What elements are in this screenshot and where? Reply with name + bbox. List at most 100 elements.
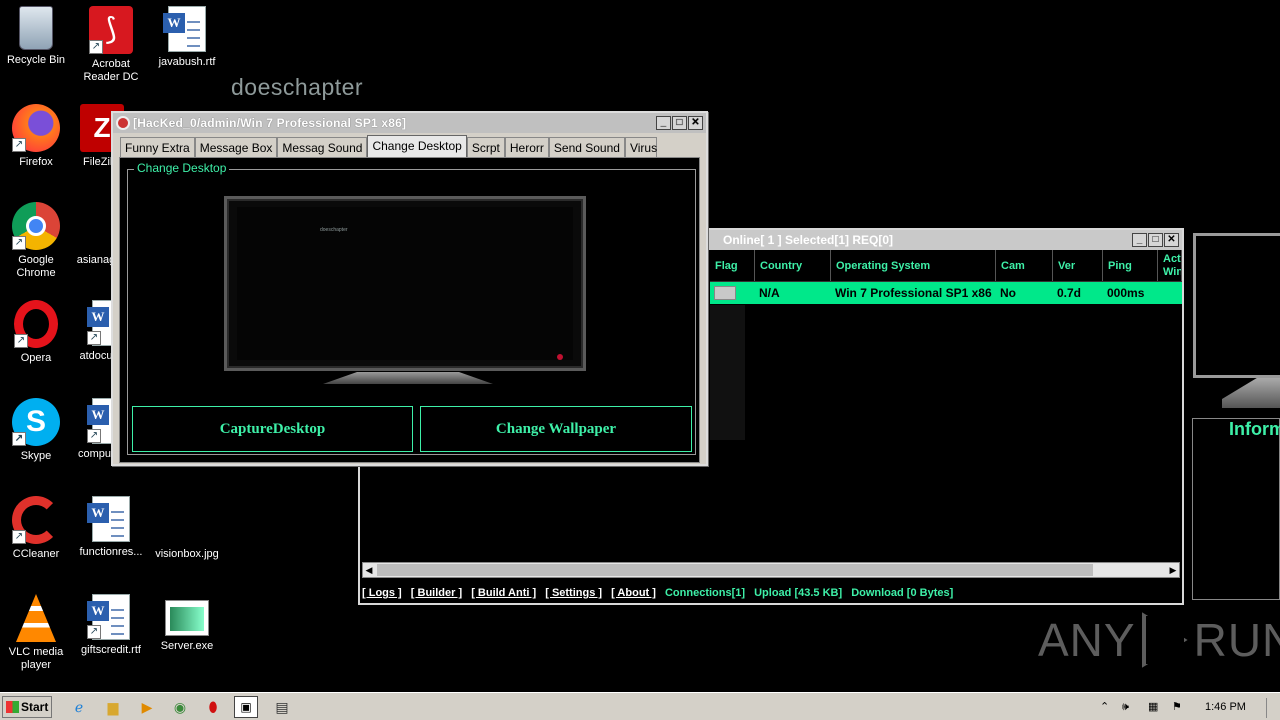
tab-message-box[interactable]: Message Box [194, 137, 278, 157]
maximize-button[interactable]: □ [1148, 233, 1163, 247]
tab-virus[interactable]: Virus [624, 137, 657, 157]
tab-change-desktop[interactable]: Change Desktop [367, 135, 467, 157]
cam-cell: No [1000, 286, 1016, 300]
close-button[interactable]: ✕ [1164, 233, 1179, 247]
anyrun-logo-right: RUN [1193, 614, 1280, 666]
desktop-icon-label: Google Chrome [16, 254, 56, 279]
connections-status: Connections[1] [664, 587, 746, 599]
upload-status: Upload [43.5 KB] [754, 587, 843, 599]
anyrun-logo-left: ANY [1038, 614, 1136, 666]
client-side-pane [710, 305, 745, 440]
desktop-icon-label: Recycle Bin [6, 54, 66, 66]
show-desktop-button[interactable] [1266, 698, 1280, 718]
ccleaner-icon: ↗ [12, 496, 60, 544]
maximize-button[interactable]: □ [672, 116, 687, 130]
column-header-flag[interactable]: Flag [710, 250, 755, 281]
desktop-icon-label: javabush.rtf [158, 56, 216, 68]
ver-cell: 0.7d [1057, 286, 1082, 300]
network-icon[interactable]: ▦ [1148, 695, 1158, 719]
ping-cell: 000ms [1107, 286, 1145, 300]
table-row[interactable]: N/A Win 7 Professional SP1 x86 No 0.7d 0… [710, 282, 1182, 304]
capture-desktop-button[interactable]: CaptureDesktop [132, 406, 413, 452]
column-header-ping[interactable]: Ping [1103, 250, 1158, 281]
minimize-button[interactable]: _ [1132, 233, 1147, 247]
information-panel: Inform [1192, 418, 1280, 600]
dialog-title-bar[interactable]: [HacKed_0/admin/Win 7 Professional SP1 x… [113, 113, 706, 133]
flag-icon [714, 286, 736, 300]
desktop-icon-vlc[interactable]: VLC media player [0, 588, 74, 672]
country-cell: N/A [759, 286, 780, 300]
column-header-active-window[interactable]: Acti Win [1158, 250, 1182, 281]
media-player-icon[interactable]: ▶ [137, 697, 157, 717]
tab-scrpt[interactable]: Scrpt [466, 137, 505, 157]
scroll-left-arrow-icon[interactable]: ◀ [363, 563, 375, 577]
column-header-country[interactable]: Country [755, 250, 831, 281]
desktop-icon-label: Server.exe [160, 640, 214, 652]
build-anti-link[interactable]: [ Build Anti ] [471, 587, 536, 599]
about-link[interactable]: [ About ] [611, 587, 656, 599]
desktop-icon-javabush[interactable]: W javabush.rtf [149, 0, 225, 69]
tab-bar: Funny Extra Message Box Messag Sound Cha… [120, 135, 657, 157]
tab-send-sound[interactable]: Send Sound [548, 137, 625, 157]
word-doc-icon: W [163, 6, 206, 52]
monitor-preview [1193, 233, 1280, 378]
column-header-cam[interactable]: Cam [996, 250, 1053, 281]
change-wallpaper-button[interactable]: Change Wallpaper [420, 406, 692, 452]
clock[interactable]: 1:46 PM [1205, 695, 1246, 719]
windows-flag-icon [6, 701, 19, 713]
taskbar: Start ℯ ▆ ▶ ◉ ⬮ ▣ ▤ ⌃ 🕪 ▦ ⚑ 1:46 PM [0, 692, 1280, 720]
minimize-button[interactable]: _ [656, 116, 671, 130]
close-button[interactable]: ✕ [688, 116, 703, 130]
tab-herorr[interactable]: Herorr [504, 137, 549, 157]
desktop-icon-acrobat[interactable]: ⟆ ↗ Acrobat Reader DC [73, 0, 149, 84]
app-icon [116, 116, 130, 130]
rat-title: Online[ 1 ] Selected[1] REQ[0] [723, 233, 894, 247]
tab-panel: Change Desktop doeschapter CaptureDeskto… [119, 157, 700, 463]
dialog-title: [HacKed_0/admin/Win 7 Professional SP1 x… [133, 116, 407, 130]
action-center-flag-icon[interactable]: ⚑ [1172, 695, 1182, 719]
rat-app-icon[interactable]: ▣ [234, 696, 258, 718]
column-header-ver[interactable]: Ver [1053, 250, 1103, 281]
start-button[interactable]: Start [2, 696, 52, 718]
desktop-icon-label: comput [77, 448, 115, 460]
volume-icon[interactable]: 🕪 [1122, 695, 1129, 719]
monitor-stand [323, 372, 493, 384]
settings-link[interactable]: [ Settings ] [545, 587, 602, 599]
opera-icon: ↗ [14, 300, 58, 348]
builder-link[interactable]: [ Builder ] [411, 587, 462, 599]
column-header-os[interactable]: Operating System [831, 250, 996, 281]
window-icon[interactable]: ▤ [272, 697, 292, 717]
tab-funny-extra[interactable]: Funny Extra [120, 137, 195, 157]
monitor-stand [1222, 378, 1280, 408]
tab-messag-sound[interactable]: Messag Sound [277, 137, 368, 157]
desktop-icon-firefox[interactable]: ↗ Firefox [0, 98, 74, 169]
desktop-icon-label: Opera [20, 352, 52, 364]
scroll-right-arrow-icon[interactable]: ▶ [1167, 563, 1179, 577]
recycle-bin-icon [19, 6, 53, 50]
desktop-icon-functionres[interactable]: W functionres... [73, 490, 149, 559]
explorer-icon[interactable]: ▆ [103, 697, 123, 717]
horizontal-scrollbar[interactable]: ◀ ▶ [362, 562, 1180, 578]
desktop-icon-label: Skype [20, 450, 52, 462]
logs-link[interactable]: [ Logs ] [362, 587, 402, 599]
desktop-icon-server-exe[interactable]: Server.exe [149, 588, 225, 653]
ie-icon[interactable]: ℯ [69, 697, 89, 717]
word-doc-icon: W [87, 496, 130, 542]
desktop-icon-giftscredit[interactable]: W ↗ giftscredit.rtf [73, 588, 149, 657]
flag-cell [710, 282, 755, 304]
group-label: Change Desktop [134, 161, 230, 175]
scrollbar-thumb[interactable] [377, 564, 1093, 576]
desktop-icon-label: functionres... [79, 546, 143, 558]
change-desktop-group: Change Desktop doeschapter CaptureDeskto… [127, 161, 696, 455]
chrome-icon[interactable]: ◉ [170, 697, 190, 717]
desktop-watermark-text: doeschapter [231, 74, 364, 100]
desktop-icon-ccleaner[interactable]: ↗ CCleaner [0, 490, 74, 561]
word-doc-icon: W ↗ [87, 594, 130, 640]
opera-icon[interactable]: ⬮ [203, 697, 223, 717]
tray-expand-icon[interactable]: ⌃ [1100, 695, 1109, 719]
status-bar: [ Logs ] [ Builder ] [ Build Anti ] [ Se… [362, 584, 1180, 602]
desktop-icon-recycle-bin[interactable]: Recycle Bin [0, 0, 74, 67]
desktop-icon-label: giftscredit.rtf [81, 644, 141, 656]
image-icon [163, 496, 211, 544]
desktop-icon-visionbox[interactable]: visionbox.jpg [149, 490, 225, 561]
